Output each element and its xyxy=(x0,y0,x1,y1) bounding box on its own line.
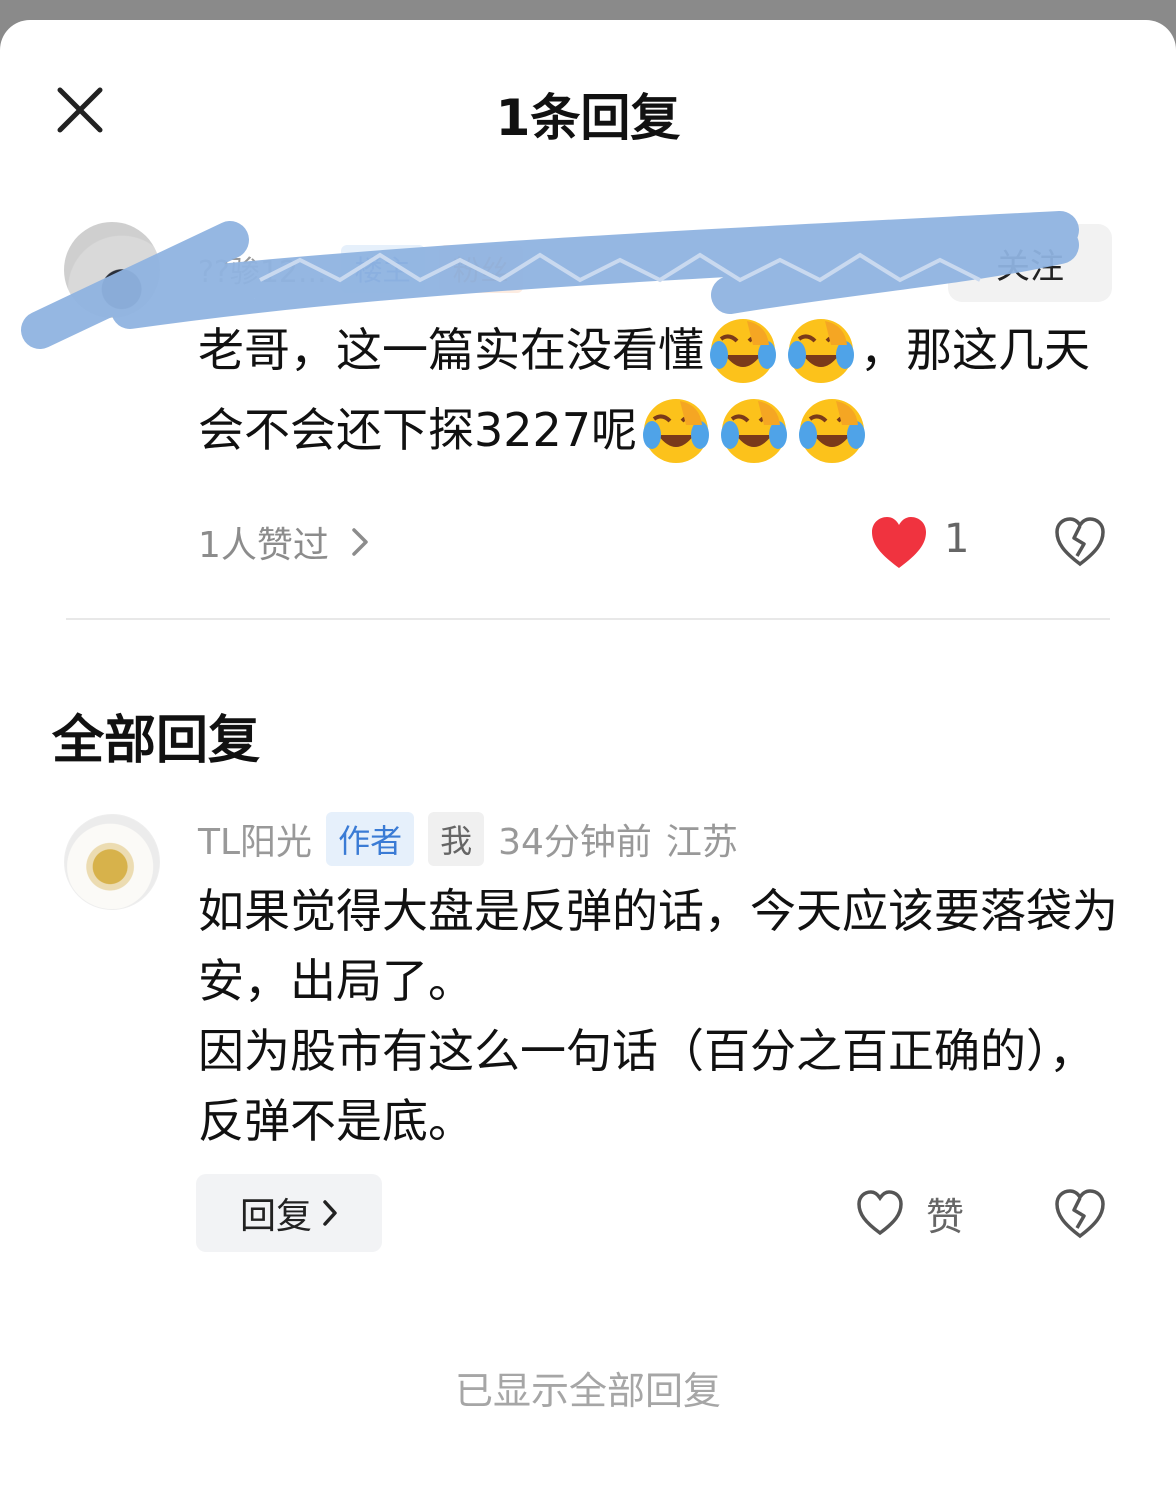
divider xyxy=(66,618,1110,620)
laugh-cry-emoji-icon xyxy=(710,318,776,383)
laugh-cry-emoji-icon xyxy=(788,318,854,383)
comment-meta: ??骖12... 楼主 粉丝 xyxy=(198,245,523,293)
page-title: 1条回复 xyxy=(495,89,681,147)
avatar[interactable] xyxy=(64,814,160,910)
avatar[interactable] xyxy=(64,222,160,318)
heart-filled-icon[interactable] xyxy=(870,516,928,570)
all-replies-shown-note: 已显示全部回复 xyxy=(454,1369,721,1413)
reply-button[interactable]: 回复 xyxy=(196,1174,382,1252)
username[interactable]: ??骖12... xyxy=(198,247,327,291)
location: 江苏 xyxy=(665,822,738,863)
follow-button[interactable]: 关注 xyxy=(948,224,1112,302)
username[interactable]: TL阳光 xyxy=(198,813,312,865)
chevron-right-icon xyxy=(323,1200,337,1226)
timestamp: 34分钟前 xyxy=(498,822,652,863)
fan-badge: 粉丝 xyxy=(438,245,523,293)
reply-meta: TL阳光 作者 我 34分钟前 江苏 xyxy=(198,812,738,866)
like-count: 1 xyxy=(944,516,970,562)
reply-text: 如果觉得大盘是反弹的话，今天应该要落袋为安，出局了。 因为股市有这么一句话（百分… xyxy=(198,884,1118,1148)
likes-summary-link[interactable]: 1人赞过 xyxy=(198,516,369,568)
laugh-cry-emoji-icon xyxy=(799,398,866,463)
chevron-right-icon xyxy=(352,528,368,556)
heart-outline-icon[interactable] xyxy=(856,1190,904,1236)
reply-button-label: 回复 xyxy=(239,1196,312,1237)
section-title: 全部回复 xyxy=(52,711,261,771)
like-label[interactable]: 赞 xyxy=(926,1186,964,1241)
laugh-cry-emoji-icon xyxy=(643,398,710,463)
broken-heart-icon[interactable] xyxy=(1054,1188,1106,1240)
author-badge: 作者 xyxy=(326,812,415,866)
laugh-cry-emoji-icon xyxy=(721,398,788,463)
likes-summary-text: 1人赞过 xyxy=(198,525,329,566)
comment-text: 老哥，这一篇实在没看懂 ，那这几天会不会还下探3227呢 xyxy=(198,310,1118,470)
reply-sheet: 1条回复 ??骖12... 楼主 粉丝 关注 老哥，这一篇实在没看懂 ，那这几天会… xyxy=(0,20,1176,1494)
author-badge: 楼主 xyxy=(340,245,425,293)
broken-heart-icon[interactable] xyxy=(1054,516,1106,568)
me-badge: 我 xyxy=(428,812,485,866)
